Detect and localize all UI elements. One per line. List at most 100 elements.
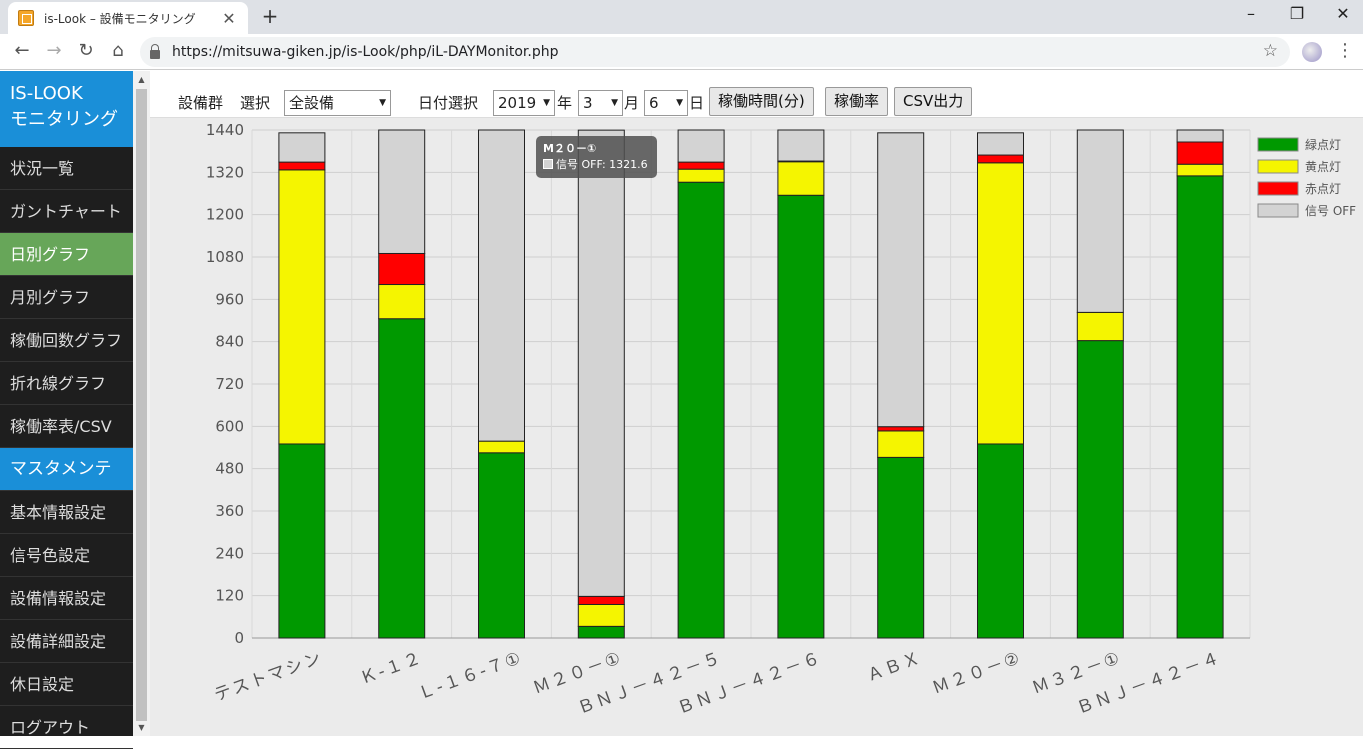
window-close-icon[interactable]: ✕ xyxy=(1320,4,1363,23)
tooltip-value: 信号 OFF: 1321.6 xyxy=(556,158,648,171)
new-tab-icon[interactable]: + xyxy=(258,4,282,28)
browser-tab-bar: is-Look – 設備モニタリング ✕ + – ❐ ✕ xyxy=(0,0,1363,34)
day-value: 6 xyxy=(649,94,659,112)
chart-area: 0 120 240 360 480 600 720 840 960 1080 1200 1320 144… xyxy=(150,118,1363,736)
home-icon[interactable]: ⌂ xyxy=(106,40,130,61)
y-tick-label: 1440 xyxy=(206,121,244,139)
csv-export-button[interactable]: CSV出力 xyxy=(894,87,973,116)
legend-label: 黄点灯 xyxy=(1305,160,1341,174)
restore-icon[interactable]: ❐ xyxy=(1274,4,1320,23)
operating-time-button[interactable]: 稼働時間(分) xyxy=(709,87,814,116)
y-tick-label: 840 xyxy=(215,333,244,351)
y-tick-label: 960 xyxy=(215,290,244,308)
equipment-group-select[interactable]: 全設備 ▼ xyxy=(284,90,391,116)
sidebar-item-daily-graph[interactable]: 日別グラフ xyxy=(0,233,133,276)
sidebar-title-line1: IS-LOOK xyxy=(10,83,83,104)
sidebar-item-monthly-graph[interactable]: 月別グラフ xyxy=(0,276,133,319)
bar-segment xyxy=(378,252,426,286)
bar-segment xyxy=(577,625,625,639)
filter-controls: 設備群 選択 全設備 ▼ 日付選択 2019 ▼ 年 3 ▼ 月 6 ▼ 日 稼… xyxy=(150,71,1363,118)
close-tab-icon[interactable]: ✕ xyxy=(220,9,238,28)
dropdown-arrow-icon: ▼ xyxy=(379,98,386,108)
profile-avatar[interactable] xyxy=(1302,42,1322,62)
sidebar-item-rate-csv[interactable]: 稼働率表/CSV xyxy=(0,405,133,448)
bar-segment xyxy=(677,168,725,183)
select-label: 選択 xyxy=(240,94,271,112)
sidebar-item-equipment-info[interactable]: 設備情報設定 xyxy=(0,577,133,620)
sidebar-item-basic-settings[interactable]: 基本情報設定 xyxy=(0,491,133,534)
bar-segment xyxy=(677,129,725,163)
operating-rate-button[interactable]: 稼働率 xyxy=(825,87,889,116)
sidebar-item-signal-color[interactable]: 信号色設定 xyxy=(0,534,133,577)
scroll-thumb[interactable] xyxy=(136,89,147,721)
sidebar: IS-LOOK モニタリング 状況一覧 ガントチャート 日別グラフ 月別グラフ … xyxy=(0,71,133,749)
dropdown-arrow-icon: ▼ xyxy=(611,98,618,108)
y-tick-label: 240 xyxy=(215,544,244,562)
forward-icon[interactable]: → xyxy=(42,40,66,61)
bar-segment xyxy=(478,452,525,639)
group-label: 設備群 xyxy=(178,94,224,112)
legend-swatch xyxy=(1257,181,1299,196)
stacked-bar-chart: 0 120 240 360 480 600 720 840 960 1080 1200 1320 144… xyxy=(206,121,1356,719)
bar-segment xyxy=(577,129,625,597)
minimize-icon[interactable]: – xyxy=(1228,4,1274,23)
x-tick-label: Ｋ-１２ xyxy=(357,648,425,689)
browser-tab[interactable]: is-Look – 設備モニタリング ✕ xyxy=(8,2,248,34)
x-tick-label: Ｌ-１６-７① xyxy=(415,648,525,704)
y-tick-label: 480 xyxy=(215,460,244,478)
chart-tooltip: M２０－① 信号 OFF: 1321.6 xyxy=(536,136,657,178)
y-tick-label: 720 xyxy=(215,375,244,393)
bar-segment xyxy=(877,132,925,428)
browser-menu-icon[interactable]: ⋮ xyxy=(1336,40,1354,61)
month-select[interactable]: 3 ▼ xyxy=(578,90,623,116)
y-tick-label: 600 xyxy=(215,417,244,435)
scroll-up-icon[interactable]: ▲ xyxy=(133,75,150,84)
reload-icon[interactable]: ↻ xyxy=(74,40,98,61)
legend-label: 緑点灯 xyxy=(1305,137,1341,152)
bar-segment xyxy=(1076,311,1124,342)
year-value: 2019 xyxy=(498,94,537,112)
bar-segment xyxy=(777,194,825,639)
tooltip-swatch xyxy=(543,159,553,169)
bar-segment xyxy=(977,132,1024,156)
legend-swatch xyxy=(1257,137,1299,152)
date-select-label: 日付選択 xyxy=(418,94,479,112)
tooltip-title: M２０－① xyxy=(543,142,597,155)
sidebar-item-status[interactable]: 状況一覧 xyxy=(0,147,133,190)
bar-segment xyxy=(1176,163,1224,177)
url-text: https://mitsuwa-giken.jp/is-Look/php/iL-… xyxy=(172,44,559,60)
bar-segment xyxy=(1076,340,1124,639)
sidebar-scrollbar[interactable]: ▲ ▼ xyxy=(133,71,150,736)
sidebar-item-logout[interactable]: ログアウト xyxy=(0,706,133,749)
sidebar-item-gantt[interactable]: ガントチャート xyxy=(0,190,133,233)
legend-label: 信号 OFF xyxy=(1305,204,1356,218)
bar-segment xyxy=(977,154,1024,164)
scroll-down-icon[interactable]: ▼ xyxy=(133,723,150,732)
lock-icon xyxy=(150,43,160,59)
legend-swatch xyxy=(1257,203,1299,218)
month-unit: 月 xyxy=(624,94,640,112)
day-select[interactable]: 6 ▼ xyxy=(644,90,688,116)
bar-segment xyxy=(977,162,1024,445)
bar-segment xyxy=(877,426,925,432)
sidebar-item-count-graph[interactable]: 稼働回数グラフ xyxy=(0,319,133,362)
sidebar-item-equipment-detail[interactable]: 設備詳細設定 xyxy=(0,620,133,663)
y-tick-label: 1200 xyxy=(206,206,244,224)
sidebar-section-master[interactable]: マスタメンテ xyxy=(0,448,133,491)
bar-segment xyxy=(378,318,426,639)
x-tick-label: ＡＢＸ xyxy=(864,648,924,686)
back-icon[interactable]: ← xyxy=(10,40,34,61)
bar-segment xyxy=(777,129,825,162)
sidebar-item-holiday[interactable]: 休日設定 xyxy=(0,663,133,706)
month-value: 3 xyxy=(583,94,593,112)
address-bar[interactable]: https://mitsuwa-giken.jp/is-Look/php/iL-… xyxy=(140,37,1290,67)
year-select[interactable]: 2019 ▼ xyxy=(493,90,555,116)
site-favicon-icon xyxy=(18,10,34,26)
sidebar-item-line-graph[interactable]: 折れ線グラフ xyxy=(0,362,133,405)
sidebar-title[interactable]: IS-LOOK モニタリング xyxy=(0,71,133,147)
bar-segment xyxy=(478,440,525,454)
y-tick-label: 360 xyxy=(215,502,244,520)
bookmark-star-icon[interactable]: ☆ xyxy=(1263,41,1278,61)
bar-segment xyxy=(278,443,326,639)
y-tick-label: 120 xyxy=(215,587,244,605)
